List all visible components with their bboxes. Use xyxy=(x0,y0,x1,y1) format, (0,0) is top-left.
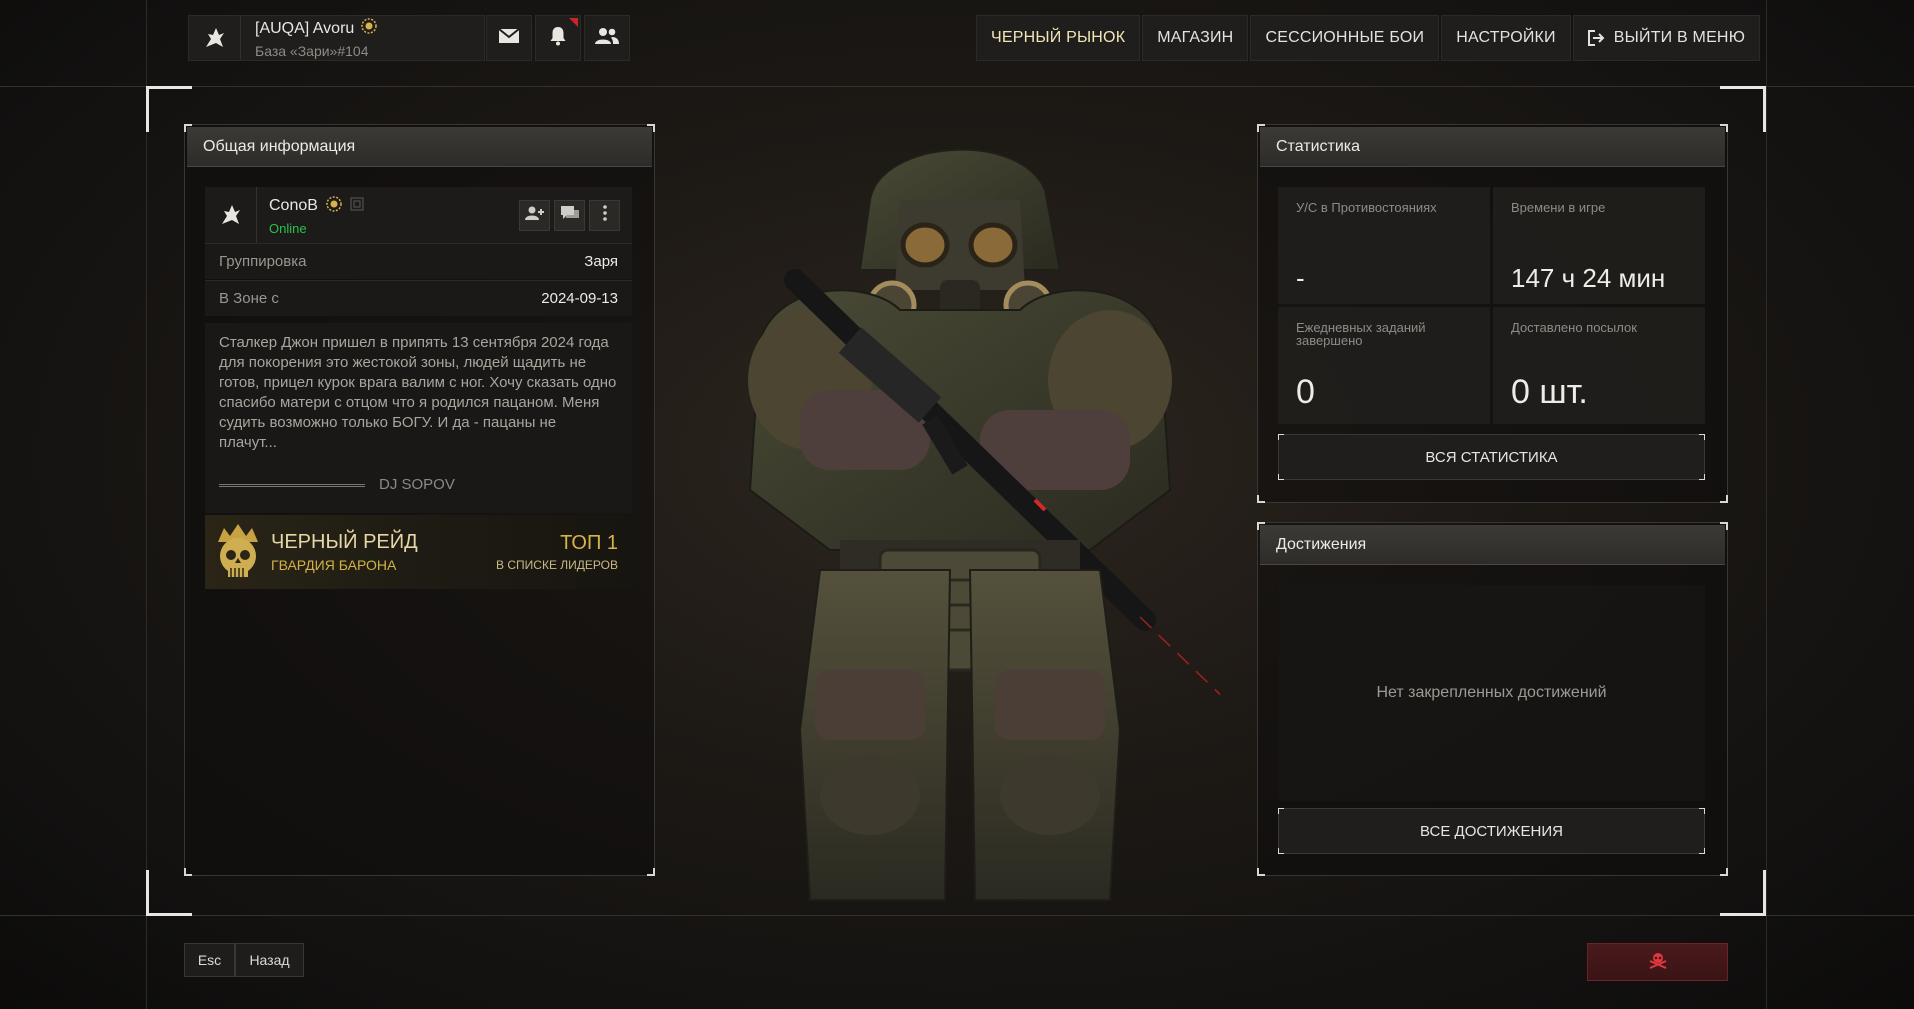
copy-icon[interactable] xyxy=(350,197,364,216)
notifications-button[interactable] xyxy=(535,15,581,61)
signature-line xyxy=(219,483,365,487)
no-achievements-text: Нет закрепленных достижений xyxy=(1278,585,1705,801)
add-friend-icon xyxy=(524,205,545,226)
add-friend-button[interactable] xyxy=(519,199,550,231)
general-info-panel: Общая информация ConoB Online Группировк… xyxy=(184,124,655,876)
faction-key: Группировка xyxy=(219,253,307,270)
mail-icon xyxy=(498,27,520,49)
stat-playtime: Времени в игре 147 ч 24 мин xyxy=(1493,187,1705,304)
chat-button[interactable] xyxy=(554,199,585,231)
raid-title: ЧЕРНЫЙ РЕЙД xyxy=(271,531,418,553)
zone-since-key: В Зоне с xyxy=(219,290,279,307)
bell-icon xyxy=(549,26,567,51)
all-statistics-button[interactable]: ВСЯ СТАТИСТИКА xyxy=(1278,434,1705,480)
skull-crossbones-icon xyxy=(1648,951,1668,974)
statistics-panel: Статистика У/С в Противостояниях - Време… xyxy=(1257,124,1728,503)
player-bio: Сталкер Джон пришел в припять 13 сентябр… xyxy=(205,323,632,513)
stat-daily-tasks: Ежедневных заданий завершено 0 xyxy=(1278,307,1490,424)
raid-rank: ТОП 1 xyxy=(560,532,618,554)
character-model[interactable] xyxy=(700,130,1361,910)
nav-settings[interactable]: НАСТРОЙКИ xyxy=(1441,15,1571,61)
player-card-name: ConoB xyxy=(269,197,318,214)
chat-icon xyxy=(560,205,580,226)
stat-playtime-label: Времени в игре xyxy=(1511,200,1606,215)
nav-black-market[interactable]: ЧЕРНЫЙ РЫНОК xyxy=(976,15,1141,61)
raid-rank-sub: В СПИСКЕ ЛИДЕРОВ xyxy=(496,558,618,572)
stat-daily-tasks-label: Ежедневных заданий завершено xyxy=(1296,320,1426,348)
general-info-title: Общая информация xyxy=(187,127,652,167)
faction-value: Заря xyxy=(584,253,618,270)
rank-badge-icon xyxy=(325,195,343,218)
stat-playtime-value: 147 ч 24 мин xyxy=(1511,263,1666,293)
online-status: Online xyxy=(269,220,307,236)
signature: DJ SOPOV xyxy=(219,475,455,495)
all-statistics-label: ВСЯ СТАТИСТИКА xyxy=(1425,448,1558,466)
signature-text: DJ SOPOV xyxy=(379,476,455,493)
notification-indicator xyxy=(569,18,578,27)
faction-row: Группировка Заря xyxy=(205,243,632,279)
stat-kd-label: У/С в Противостояниях xyxy=(1296,200,1437,215)
frame-corner-br xyxy=(1720,870,1766,916)
stat-daily-tasks-value: 0 xyxy=(1296,373,1315,411)
friends-button[interactable] xyxy=(584,15,630,61)
faction-logo-icon xyxy=(205,187,257,243)
stat-kd-value: - xyxy=(1296,263,1305,293)
faction-logo-icon xyxy=(189,16,241,60)
skull-emblem-icon xyxy=(205,522,271,582)
statistics-title: Статистика xyxy=(1260,127,1725,167)
exit-label: ВЫЙТИ В МЕНЮ xyxy=(1613,29,1746,46)
mail-button[interactable] xyxy=(486,15,532,61)
nav-exit-to-menu[interactable]: ВЫЙТИ В МЕНЮ xyxy=(1572,15,1761,61)
player-card: ConoB Online xyxy=(205,187,632,243)
profile-chip[interactable]: [AUQA] Avoru База «Зари»#104 xyxy=(188,15,485,61)
nav-session-battles[interactable]: СЕССИОННЫЕ БОИ xyxy=(1250,15,1440,61)
black-raid-banner[interactable]: ЧЕРНЫЙ РЕЙД ГВАРДИЯ БАРОНА ТОП 1 В СПИСК… xyxy=(205,515,632,589)
frame-corner-bl xyxy=(146,870,192,916)
player-name: [AUQA] Avoru xyxy=(255,19,355,37)
back-button[interactable]: Назад xyxy=(235,943,304,977)
more-icon xyxy=(602,204,607,226)
base-label: База «Зари»#104 xyxy=(255,43,369,59)
achievements-title: Достижения xyxy=(1260,525,1725,565)
achievements-panel: Достижения Нет закрепленных достижений В… xyxy=(1257,522,1728,876)
esc-key-button[interactable]: Esc xyxy=(184,943,235,977)
friends-icon xyxy=(595,27,619,50)
zone-since-row: В Зоне с 2024-09-13 xyxy=(205,280,632,316)
nav-shop[interactable]: МАГАЗИН xyxy=(1142,15,1249,61)
stat-parcels-label: Доставлено посылок xyxy=(1511,320,1637,335)
all-achievements-button[interactable]: ВСЕ ДОСТИЖЕНИЯ xyxy=(1278,808,1705,854)
stat-parcels: Доставлено посылок 0 шт. xyxy=(1493,307,1705,424)
stat-kd: У/С в Противостояниях - xyxy=(1278,187,1490,304)
rank-badge-icon xyxy=(360,17,378,40)
bio-text: Сталкер Джон пришел в припять 13 сентябр… xyxy=(219,334,617,451)
stat-parcels-value: 0 шт. xyxy=(1511,373,1588,411)
more-options-button[interactable] xyxy=(589,199,620,231)
exit-icon xyxy=(1587,30,1605,46)
all-achievements-label: ВСЕ ДОСТИЖЕНИЯ xyxy=(1420,822,1563,840)
raid-subtitle: ГВАРДИЯ БАРОНА xyxy=(271,557,397,573)
report-button[interactable] xyxy=(1587,943,1728,981)
top-navigation: ЧЕРНЫЙ РЫНОК МАГАЗИН СЕССИОННЫЕ БОИ НАСТ… xyxy=(976,15,1761,61)
zone-since-value: 2024-09-13 xyxy=(541,290,618,307)
